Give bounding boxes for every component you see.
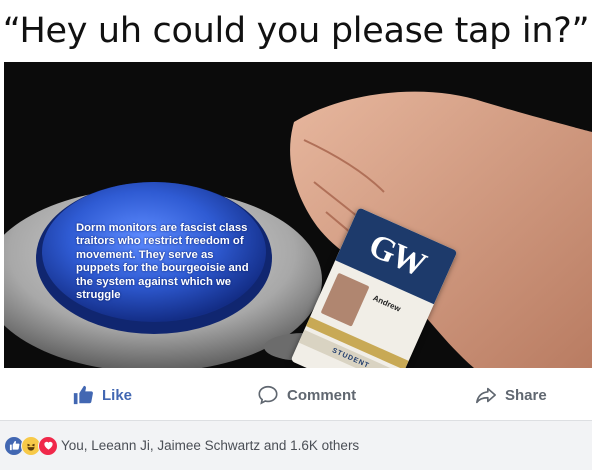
share-button[interactable]: Share: [475, 370, 547, 420]
share-label: Share: [505, 386, 547, 404]
share-icon: [476, 387, 496, 404]
id-card-photo: [320, 272, 370, 327]
meme-illustration: [4, 62, 592, 368]
reaction-summary[interactable]: You, Leeann Ji, Jaimee Schwartz and 1.6K…: [61, 438, 359, 453]
id-card-name: Andrew: [371, 293, 403, 314]
meme-caption-text: “Hey uh could you please tap in?”: [2, 11, 590, 51]
comment-label: Comment: [287, 386, 357, 404]
comment-button[interactable]: Comment: [257, 370, 356, 420]
gw-logo: GW: [363, 226, 430, 284]
comment-icon: [258, 385, 278, 405]
reactions-bar: You, Leeann Ji, Jaimee Schwartz and 1.6K…: [0, 421, 592, 470]
love-reaction-icon: [38, 435, 58, 456]
meme-image[interactable]: Dorm monitors are fascist class traitors…: [4, 62, 592, 368]
button-label: Dorm monitors are fascist class traitors…: [76, 222, 249, 302]
reaction-icons[interactable]: [4, 435, 58, 456]
like-label: Like: [102, 386, 133, 404]
post-action-bar: Like Comment Share: [0, 370, 592, 421]
like-button[interactable]: Like: [72, 370, 132, 420]
meme-caption: “Hey uh could you please tap in?”: [0, 0, 592, 62]
thumbs-up-icon: [73, 385, 93, 405]
